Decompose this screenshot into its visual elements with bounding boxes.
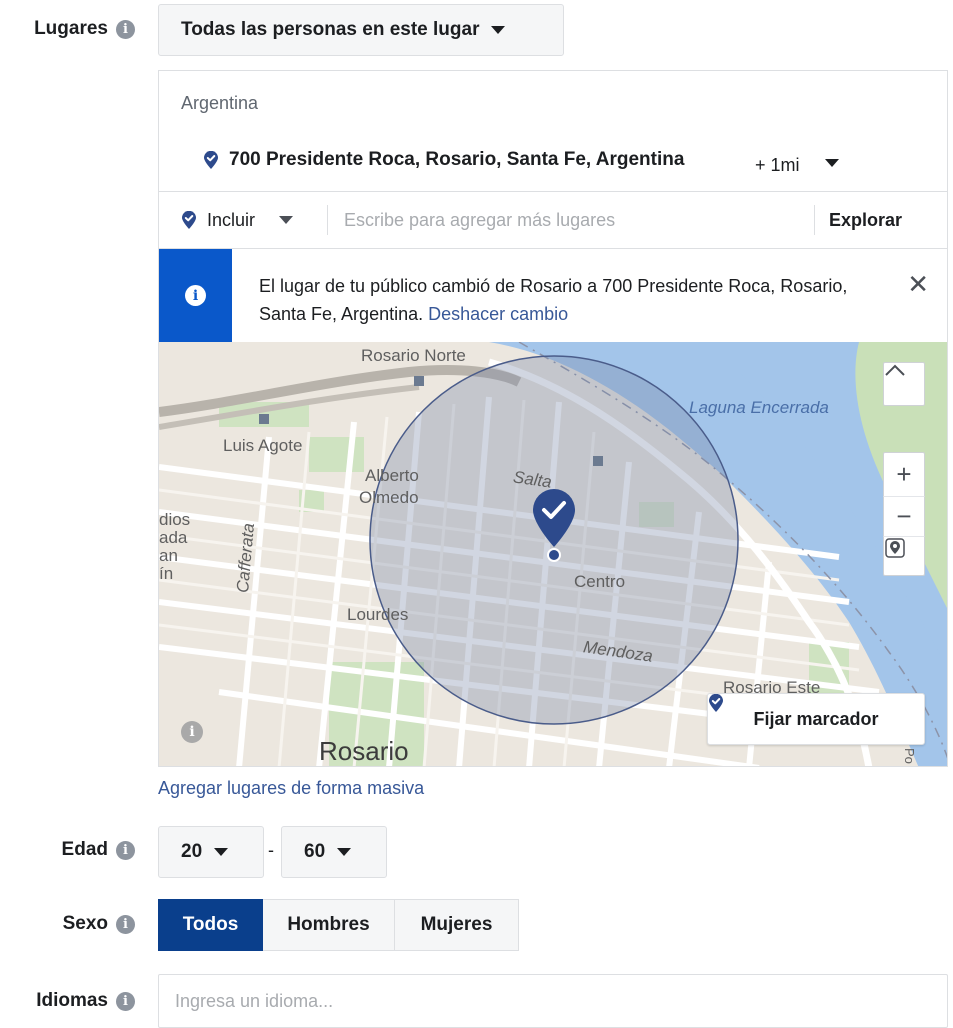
plus-icon: + bbox=[896, 459, 912, 489]
map-info-icon[interactable]: i bbox=[181, 721, 203, 743]
locate-icon bbox=[885, 538, 905, 558]
map-label-rosario: Rosario bbox=[319, 736, 409, 766]
undo-change-link[interactable]: Deshacer cambio bbox=[428, 304, 568, 324]
explore-button[interactable]: Explorar bbox=[829, 210, 902, 231]
gender-option-women[interactable]: Mujeres bbox=[395, 899, 519, 951]
map[interactable]: Rosario Norte Laguna Encerrada Luis Agot… bbox=[159, 342, 947, 766]
bulk-add-places-link[interactable]: Agregar lugares de forma masiva bbox=[158, 778, 424, 799]
chevron-up-icon bbox=[885, 364, 905, 376]
divider bbox=[814, 205, 815, 235]
map-label-edge: Po bbox=[902, 748, 917, 764]
info-icon[interactable]: i bbox=[116, 19, 135, 39]
info-icon[interactable]: i bbox=[116, 991, 135, 1011]
collapse-map-button[interactable] bbox=[883, 362, 925, 406]
map-label-rosario-norte: Rosario Norte bbox=[361, 346, 466, 365]
location-pin-icon bbox=[182, 210, 196, 229]
address-text: 700 Presidente Roca, Rosario, Santa Fe, … bbox=[229, 149, 685, 170]
fix-marker-button[interactable]: Fijar marcador bbox=[707, 693, 925, 745]
gender-option-men[interactable]: Hombres bbox=[263, 899, 395, 951]
add-places-input[interactable] bbox=[344, 209, 814, 231]
radius-value[interactable]: + 1mi bbox=[755, 155, 800, 176]
map-label-dios: dios bbox=[159, 510, 191, 529]
include-dropdown[interactable]: Incluir bbox=[181, 210, 327, 231]
gender-option-all[interactable]: Todos bbox=[158, 899, 263, 951]
age-label-row: Edad i bbox=[62, 839, 135, 861]
notice-message: El lugar de tu público cambió de Rosario… bbox=[259, 272, 879, 328]
include-row: Incluir Explorar bbox=[159, 191, 947, 249]
location-change-notice: i El lugar de tu público cambió de Rosar… bbox=[159, 249, 947, 342]
map-label-alberto: Alberto bbox=[365, 466, 419, 485]
age-min-value: 20 bbox=[181, 841, 203, 862]
chevron-down-icon bbox=[214, 848, 229, 856]
zoom-out-button[interactable]: − bbox=[883, 496, 925, 536]
chevron-down-icon bbox=[491, 26, 506, 34]
age-min-dropdown[interactable]: 20 bbox=[158, 826, 264, 878]
age-label: Edad bbox=[61, 839, 108, 860]
map-label-ada: ada bbox=[159, 528, 188, 547]
chevron-down-icon bbox=[279, 216, 294, 224]
location-pin-icon bbox=[709, 694, 723, 712]
gender-label-row: Sexo i bbox=[63, 913, 135, 935]
include-label: Incluir bbox=[207, 209, 256, 230]
country-label: Argentina bbox=[181, 93, 259, 113]
map-label-laguna: Laguna Encerrada bbox=[689, 398, 829, 417]
radius-chevron-down-icon[interactable] bbox=[825, 159, 839, 167]
gender-segmented-control: Todos Hombres Mujeres bbox=[158, 899, 519, 951]
gender-label: Sexo bbox=[62, 913, 108, 934]
age-max-value: 60 bbox=[304, 841, 326, 862]
notice-bar: i bbox=[159, 249, 232, 342]
language-input[interactable] bbox=[158, 974, 948, 1028]
places-label: Lugares bbox=[34, 18, 108, 39]
age-separator: - bbox=[268, 840, 274, 860]
map-label-centro: Centro bbox=[574, 572, 626, 591]
location-pin-icon bbox=[204, 150, 218, 169]
languages-label: Idiomas bbox=[36, 990, 108, 1011]
languages-label-row: Idiomas i bbox=[36, 990, 135, 1012]
map-label-an: an bbox=[159, 546, 178, 565]
close-icon[interactable]: ✕ bbox=[907, 271, 929, 297]
map-label-luis-agote: Luis Agote bbox=[223, 436, 303, 455]
minus-icon: − bbox=[896, 501, 912, 531]
age-max-dropdown[interactable]: 60 bbox=[281, 826, 387, 878]
chevron-down-icon bbox=[337, 848, 352, 856]
location-box: Argentina 700 Presidente Roca, Rosario, … bbox=[158, 70, 948, 767]
map-label-lourdes: Lourdes bbox=[347, 605, 409, 624]
info-icon[interactable]: i bbox=[116, 840, 135, 860]
zoom-in-button[interactable]: + bbox=[883, 452, 925, 496]
fix-marker-label: Fijar marcador bbox=[753, 708, 879, 729]
audience-selector-button[interactable]: Todas las personas en este lugar bbox=[158, 4, 564, 56]
audience-selector-label: Todas las personas en este lugar bbox=[181, 19, 480, 40]
info-icon[interactable]: i bbox=[116, 914, 135, 934]
places-label-row: Lugares i bbox=[34, 18, 135, 40]
map-label-olmedo: Olmedo bbox=[359, 488, 419, 507]
divider bbox=[327, 205, 328, 235]
recenter-button[interactable] bbox=[883, 536, 925, 576]
map-label-in: ín bbox=[159, 564, 174, 583]
info-icon: i bbox=[185, 285, 206, 306]
selected-address[interactable]: 700 Presidente Roca, Rosario, Santa Fe, … bbox=[203, 149, 684, 171]
